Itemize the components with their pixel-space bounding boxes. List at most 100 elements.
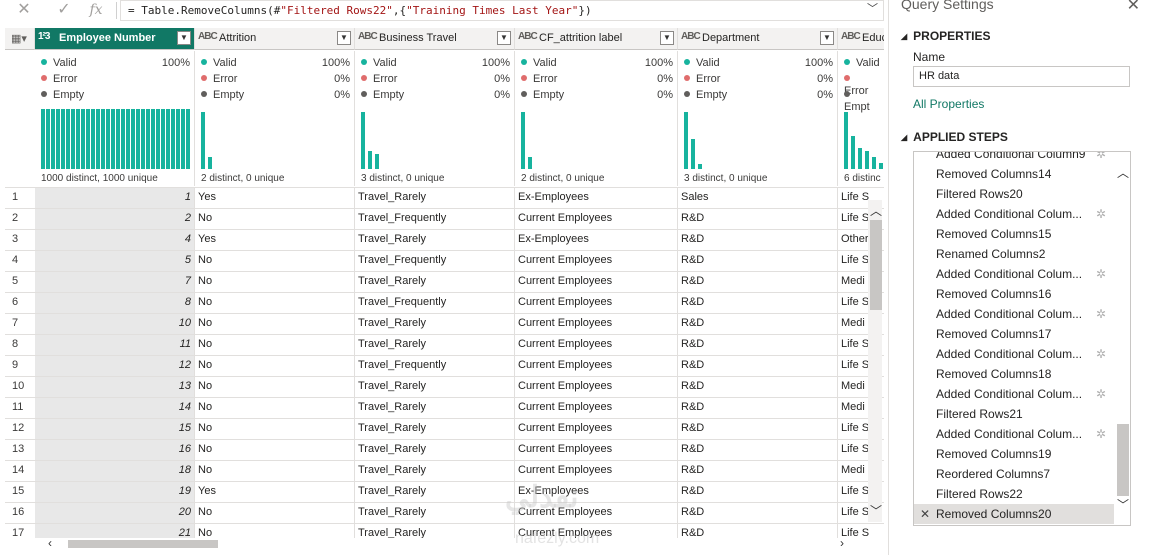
row-number[interactable]: 11 (5, 397, 35, 418)
table-cell[interactable]: Current Employees (515, 418, 678, 439)
table-cell[interactable]: R&D (678, 292, 838, 313)
row-number[interactable]: 7 (5, 313, 35, 334)
table-cell[interactable]: R&D (678, 355, 838, 376)
distribution-histogram[interactable] (521, 109, 673, 169)
applied-step[interactable]: Removed Columns17 (914, 324, 1114, 344)
column-header-cf-attrition-label[interactable]: ABC CF_attrition label ▼ (515, 28, 678, 50)
x-icon[interactable]: ✕ (12, 0, 36, 20)
chevron-left-icon[interactable]: ‹ (48, 536, 52, 550)
table-cell[interactable]: No (195, 250, 355, 271)
check-icon[interactable]: ✓ (52, 0, 76, 20)
table-cell[interactable]: Ex-Employees (515, 481, 678, 502)
table-cell[interactable]: R&D (678, 229, 838, 250)
applied-step[interactable]: Filtered Rows20 (914, 184, 1114, 204)
applied-step[interactable]: Added Conditional Colum... ✲ (914, 204, 1114, 224)
gear-icon[interactable]: ✲ (1096, 152, 1106, 164)
close-icon[interactable]: ✕ (1127, 0, 1140, 15)
table-cell[interactable]: R&D (678, 481, 838, 502)
table-cell[interactable]: No (195, 313, 355, 334)
table-cell[interactable]: No (195, 439, 355, 460)
table-cell[interactable]: 16 (35, 439, 195, 460)
applied-step[interactable]: Added Conditional Colum... ✲ (914, 264, 1114, 284)
gear-icon[interactable]: ✲ (1096, 304, 1106, 324)
applied-step[interactable]: Filtered Rows21 (914, 404, 1114, 424)
row-number[interactable]: 12 (5, 418, 35, 439)
table-cell[interactable]: Yes (195, 187, 355, 208)
table-cell[interactable]: R&D (678, 502, 838, 523)
table-cell[interactable]: No (195, 502, 355, 523)
type-icon[interactable]: ABC (518, 31, 538, 42)
gear-icon[interactable]: ✲ (1096, 344, 1106, 364)
table-cell[interactable]: Current Employees (515, 292, 678, 313)
applied-step[interactable]: Added Conditional Column9 ✲ (914, 152, 1114, 164)
column-header-business-travel[interactable]: ABC Business Travel ▼ (355, 28, 515, 50)
table-cell[interactable]: R&D (678, 313, 838, 334)
applied-step[interactable]: Removed Columns15 (914, 224, 1114, 244)
distribution-histogram[interactable] (684, 109, 833, 169)
row-number[interactable]: 3 (5, 229, 35, 250)
column-header-department[interactable]: ABC Department ▼ (678, 28, 838, 50)
table-cell[interactable]: Current Employees (515, 376, 678, 397)
type-icon[interactable]: ABC (358, 31, 378, 42)
table-cell[interactable]: 20 (35, 502, 195, 523)
filter-dropdown-icon[interactable]: ▼ (177, 31, 191, 45)
table-cell[interactable]: Travel_Rarely (355, 502, 515, 523)
table-cell[interactable]: R&D (678, 208, 838, 229)
scroll-thumb[interactable] (68, 540, 218, 548)
table-cell[interactable]: 1 (35, 187, 195, 208)
table-cell[interactable]: Travel_Rarely (355, 229, 515, 250)
chevron-down-icon[interactable]: ﹀ (870, 502, 882, 519)
table-cell[interactable]: Travel_Frequently (355, 355, 515, 376)
row-number[interactable]: 15 (5, 481, 35, 502)
column-header-educ[interactable]: ABCEduc (838, 28, 884, 50)
table-cell[interactable]: Current Employees (515, 271, 678, 292)
type-icon[interactable]: ABC (841, 31, 861, 42)
table-cell[interactable]: Travel_Rarely (355, 481, 515, 502)
type-icon[interactable]: ABC (198, 31, 218, 42)
table-cell[interactable]: Ex-Employees (515, 229, 678, 250)
applied-step[interactable]: Removed Columns18 (914, 364, 1114, 384)
table-cell[interactable]: 12 (35, 355, 195, 376)
table-cell[interactable]: Ex-Employees (515, 187, 678, 208)
chevron-down-icon[interactable]: ﹀ (1117, 496, 1129, 513)
applied-step[interactable]: Removed Columns19 (914, 444, 1114, 464)
applied-step[interactable]: Reordered Columns7 (914, 464, 1114, 484)
chevron-right-icon[interactable]: › (840, 536, 844, 550)
table-menu-button[interactable]: ▦▾ (5, 28, 35, 50)
table-cell[interactable]: Yes (195, 229, 355, 250)
table-cell[interactable]: Travel_Frequently (355, 292, 515, 313)
row-number[interactable]: 10 (5, 376, 35, 397)
distribution-histogram[interactable] (844, 109, 883, 169)
gear-icon[interactable]: ✲ (1096, 204, 1106, 224)
filter-dropdown-icon[interactable]: ▼ (337, 31, 351, 45)
table-cell[interactable]: 11 (35, 334, 195, 355)
distribution-histogram[interactable] (361, 109, 510, 169)
table-cell[interactable]: Travel_Rarely (355, 397, 515, 418)
vertical-scrollbar[interactable]: ︿ ﹀ (868, 200, 882, 522)
applied-step[interactable]: Removed Columns20 ✕ (914, 504, 1114, 524)
table-cell[interactable]: R&D (678, 271, 838, 292)
fx-icon[interactable]: fx (84, 0, 108, 20)
column-header-employee-number[interactable]: 1²3 Employee Number ▼ (35, 28, 195, 50)
table-cell[interactable]: Travel_Rarely (355, 460, 515, 481)
formula-input[interactable]: = Table.RemoveColumns(#"Filtered Rows22"… (120, 0, 884, 21)
table-cell[interactable]: R&D (678, 460, 838, 481)
table-cell[interactable]: No (195, 418, 355, 439)
table-cell[interactable]: R&D (678, 439, 838, 460)
type-icon[interactable]: ABC (681, 31, 701, 42)
table-cell[interactable]: 10 (35, 313, 195, 334)
chevron-down-icon[interactable]: ﹀ (867, 0, 878, 16)
table-cell[interactable]: No (195, 376, 355, 397)
table-cell[interactable]: Travel_Rarely (355, 439, 515, 460)
table-cell[interactable]: 14 (35, 397, 195, 418)
table-cell[interactable]: Travel_Rarely (355, 313, 515, 334)
table-cell[interactable]: R&D (678, 334, 838, 355)
table-cell[interactable]: No (195, 208, 355, 229)
table-cell[interactable]: Yes (195, 481, 355, 502)
row-number[interactable]: 14 (5, 460, 35, 481)
table-cell[interactable]: No (195, 355, 355, 376)
table-cell[interactable]: Travel_Rarely (355, 418, 515, 439)
type-icon[interactable]: 1²3 (38, 31, 50, 42)
table-cell[interactable]: Travel_Rarely (355, 334, 515, 355)
table-cell[interactable]: No (195, 460, 355, 481)
